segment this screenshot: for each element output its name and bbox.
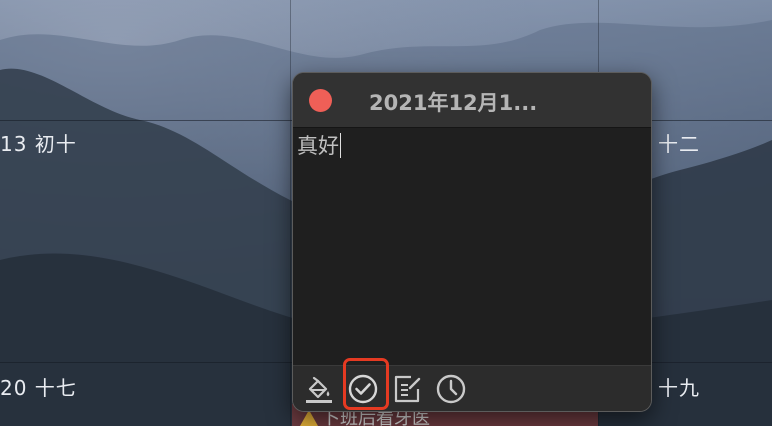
clock-icon <box>436 374 466 404</box>
note-popup-window: 2021年12月1... 真好 <box>292 72 652 412</box>
note-content: 真好 <box>297 134 339 158</box>
popup-titlebar[interactable]: 2021年12月1... <box>293 73 651 128</box>
text-caret <box>340 133 341 158</box>
popup-title: 2021年12月1... <box>369 91 538 115</box>
warning-icon <box>300 410 318 426</box>
note-text[interactable]: 真好 <box>297 130 341 160</box>
selection-highlight <box>343 358 389 410</box>
reminder-button[interactable] <box>433 370 469 406</box>
calendar-day-label[interactable]: 十二 <box>658 128 700 157</box>
note-editor[interactable]: 真好 <box>293 128 651 365</box>
calendar-day-label[interactable]: 十九 <box>658 372 700 401</box>
edit-note-icon <box>394 375 421 403</box>
calendar-column-divider <box>290 0 291 426</box>
edit-note-button[interactable] <box>389 370 425 406</box>
calendar-day-label[interactable]: 13 初十 <box>0 128 77 157</box>
close-button[interactable] <box>309 89 332 112</box>
popup-toolbar <box>293 358 651 411</box>
fill-color-icon <box>306 376 332 403</box>
fill-color-button[interactable] <box>301 370 337 406</box>
calendar-day-label[interactable]: 20 十七 <box>0 372 77 401</box>
